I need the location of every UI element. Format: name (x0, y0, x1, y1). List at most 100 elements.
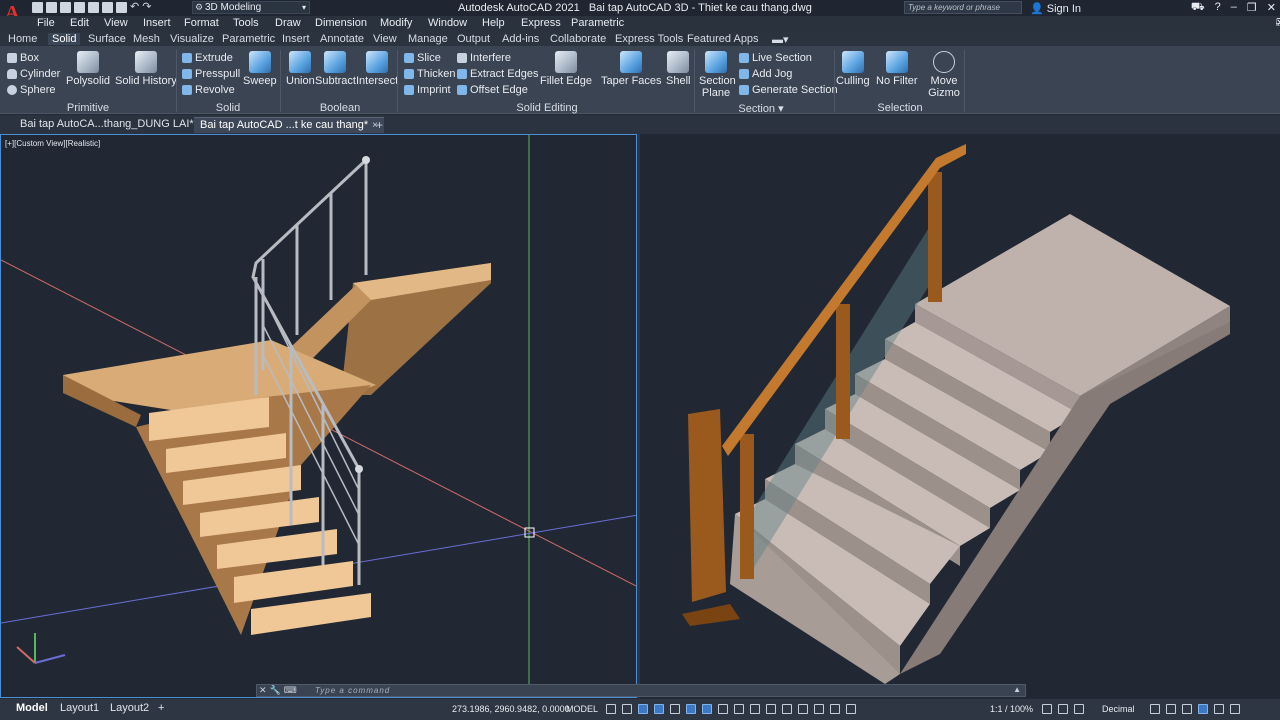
interfere-button[interactable]: Interfere (457, 51, 511, 65)
open-web-icon[interactable] (88, 2, 99, 13)
clean-screen-icon[interactable] (1214, 704, 1224, 714)
offset-edge-button[interactable]: Offset Edge (457, 83, 528, 97)
tab-view[interactable]: View (373, 33, 397, 45)
redo-icon[interactable]: ↷ (142, 2, 151, 13)
close-icon[interactable]: ✕ (1267, 1, 1276, 15)
tab-insert[interactable]: Insert (282, 33, 310, 45)
tab-visualize[interactable]: Visualize (170, 33, 214, 45)
workspace-dropdown[interactable]: 3D Modeling ▾ (192, 1, 310, 14)
gizmo-icon[interactable] (814, 704, 824, 714)
menu-modify[interactable]: Modify (380, 17, 412, 29)
solid-history-button[interactable]: Solid History (115, 51, 177, 87)
osnap-icon[interactable] (702, 704, 712, 714)
open-file-icon[interactable] (46, 2, 57, 13)
presspull-button[interactable]: Presspull (182, 67, 240, 81)
annotation-monitor-icon[interactable] (1058, 704, 1068, 714)
dynamic-ucs-icon[interactable] (782, 704, 792, 714)
tab-collaborate[interactable]: Collaborate (550, 33, 606, 45)
cart-icon[interactable]: ⛟ (1191, 1, 1205, 15)
polar-icon[interactable] (654, 704, 664, 714)
undo-icon[interactable]: ↶ (130, 2, 139, 13)
menu-file[interactable]: File (37, 17, 55, 29)
search-input[interactable]: Type a keyword or phrase (904, 1, 1022, 14)
tab-mesh[interactable]: Mesh (133, 33, 160, 45)
save-icon[interactable] (60, 2, 71, 13)
isodraft-icon[interactable] (670, 704, 680, 714)
command-line-options-icon[interactable]: ✕🔧⌨ (259, 685, 300, 696)
tab-parametric[interactable]: Parametric (222, 33, 275, 45)
right-viewport[interactable] (640, 134, 1280, 698)
snap-icon[interactable] (622, 704, 632, 714)
command-line[interactable]: ✕🔧⌨ Type a command ▲ (256, 684, 1026, 697)
save-as-icon[interactable] (74, 2, 85, 13)
left-viewport[interactable]: [+][Custom View][Realistic] (0, 134, 637, 698)
tab-solid[interactable]: Solid (48, 33, 81, 45)
tab-surface[interactable]: Surface (88, 33, 126, 45)
intersect-button[interactable]: Intersect (356, 51, 398, 87)
culling-button[interactable]: Culling (836, 51, 870, 87)
isolate-icon[interactable] (1182, 704, 1192, 714)
tab-annotate[interactable]: Annotate (320, 33, 364, 45)
tab-manage[interactable]: Manage (408, 33, 448, 45)
imprint-button[interactable]: Imprint (404, 83, 451, 97)
tab-layout1[interactable]: Layout1 (60, 702, 99, 714)
save-web-icon[interactable] (102, 2, 113, 13)
lineweight-icon[interactable] (718, 704, 728, 714)
menu-format[interactable]: Format (184, 17, 219, 29)
menu-edit[interactable]: Edit (70, 17, 89, 29)
sphere-button[interactable]: Sphere (7, 83, 55, 97)
selection-cycling-icon[interactable] (750, 704, 760, 714)
live-section-button[interactable]: Live Section (739, 51, 812, 65)
ortho-icon[interactable] (638, 704, 648, 714)
extract-edges-button[interactable]: Extract Edges (457, 67, 538, 81)
tab-add-ins[interactable]: Add-ins (502, 33, 539, 45)
panel-title-section[interactable]: Section ▾ (728, 102, 794, 115)
auto-scale-icon[interactable] (846, 704, 856, 714)
sign-in-button[interactable]: 👤 Sign In (1030, 2, 1081, 15)
union-button[interactable]: Union (286, 51, 315, 87)
doc-tab-2[interactable]: Bai tap AutoCAD ...t ke cau thang* × (194, 117, 385, 133)
box-button[interactable]: Box (7, 51, 39, 65)
tab-layout2[interactable]: Layout2 (110, 702, 149, 714)
tab-express-tools[interactable]: Express Tools (615, 33, 683, 45)
tab-model[interactable]: Model (16, 702, 48, 714)
model-space-button[interactable]: MODEL (566, 704, 598, 714)
quick-properties-icon[interactable] (1150, 704, 1160, 714)
section-plane-button[interactable]: Section Plane (699, 51, 736, 99)
move-gizmo-button[interactable]: Move Gizmo (928, 51, 960, 99)
slice-button[interactable]: Slice (404, 51, 441, 65)
add-jog-button[interactable]: Add Jog (739, 67, 792, 81)
print-icon[interactable] (116, 2, 127, 13)
isolate-objects-icon[interactable] (1074, 704, 1084, 714)
grid-icon[interactable] (606, 704, 616, 714)
help-icon[interactable]: ? (1215, 1, 1221, 15)
minimize-icon[interactable]: – (1231, 1, 1237, 15)
menu-parametric[interactable]: Parametric (571, 17, 624, 29)
transparency-icon[interactable] (734, 704, 744, 714)
menu-draw[interactable]: Draw (275, 17, 301, 29)
generate-section-button[interactable]: Generate Section (739, 83, 838, 97)
subtract-button[interactable]: Subtract (315, 51, 356, 87)
annotation-scale[interactable]: 1:1 / 100% (990, 704, 1033, 714)
3d-osnap-icon[interactable] (766, 704, 776, 714)
new-tab-icon[interactable]: + (376, 118, 383, 132)
cylinder-button[interactable]: Cylinder (7, 67, 60, 81)
menu-help[interactable]: Help (482, 17, 505, 29)
menu-tools[interactable]: Tools (233, 17, 259, 29)
workspace-switch-icon[interactable] (1042, 704, 1052, 714)
no-filter-button[interactable]: No Filter (876, 51, 918, 87)
customization-icon[interactable] (1230, 704, 1240, 714)
selection-filter-icon[interactable] (798, 704, 808, 714)
ribbon-options-icon[interactable]: ▬▾ (772, 33, 789, 46)
units-dropdown[interactable]: Decimal (1102, 704, 1135, 714)
menu-insert[interactable]: Insert (143, 17, 171, 29)
tab-featured-apps[interactable]: Featured Apps (687, 33, 759, 45)
restore-icon[interactable]: ❐ (1247, 1, 1257, 15)
menu-dimension[interactable]: Dimension (315, 17, 367, 29)
revolve-button[interactable]: Revolve (182, 83, 235, 97)
polysolid-button[interactable]: Polysolid (66, 51, 110, 87)
extrude-button[interactable]: Extrude (182, 51, 233, 65)
taper-faces-button[interactable]: Taper Faces (601, 51, 662, 87)
doc-tab-1[interactable]: Bai tap AutoCA...thang_DUNG LAI* (14, 117, 200, 133)
command-input[interactable]: Type a command (315, 686, 390, 695)
